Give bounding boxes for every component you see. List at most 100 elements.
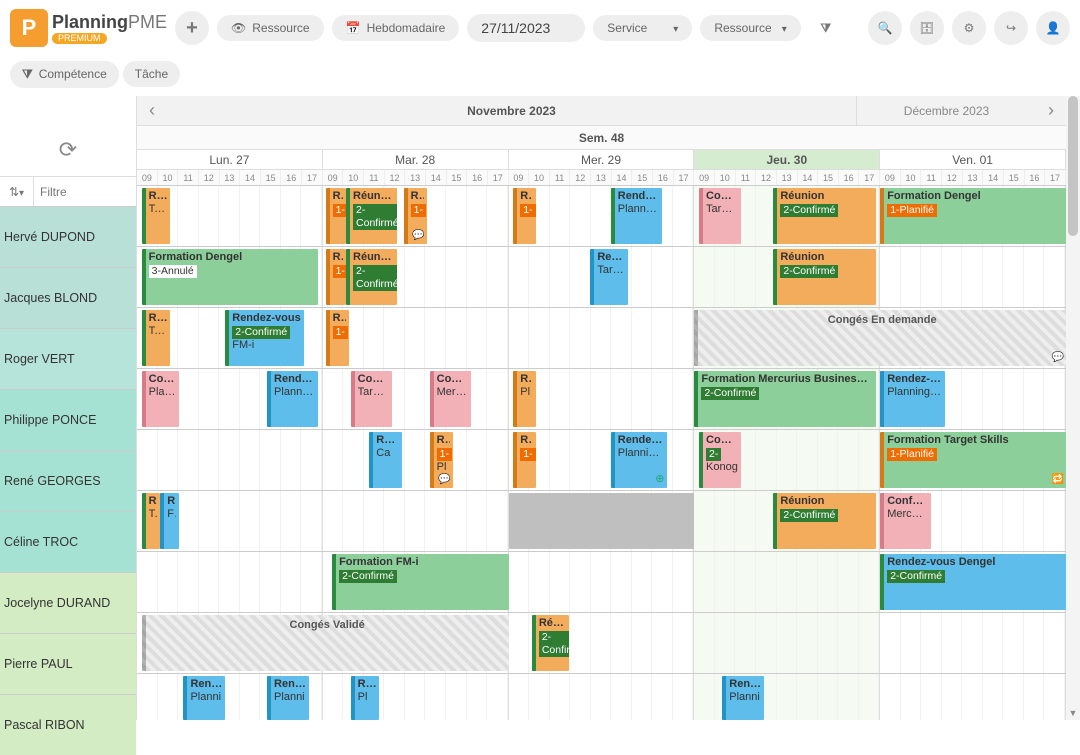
funnel-icon bbox=[820, 21, 831, 36]
scroll-down-arrow[interactable]: ▼ bbox=[1066, 706, 1080, 720]
next-month-button[interactable] bbox=[1036, 96, 1066, 125]
task-block[interactable]: Congés Validé bbox=[142, 615, 509, 671]
task-block[interactable]: Ré voPl bbox=[351, 676, 379, 720]
user-button[interactable] bbox=[1036, 11, 1070, 45]
resource-header[interactable]: Jocelyne DURAND bbox=[0, 572, 136, 633]
task-block[interactable]: Réunion2-Confirmé bbox=[346, 249, 397, 305]
schedule-row[interactable]: Congés Validé Réunion2-Confirmé bbox=[137, 613, 1066, 674]
schedule-grid[interactable]: Ré intTa SkRé int1-Réunion2-ConfirméRé i… bbox=[137, 186, 1066, 720]
task-block[interactable]: Rendez-vousPlanningP Canada bbox=[611, 432, 667, 488]
task-block[interactable]: Ré voCa bbox=[369, 432, 402, 488]
tache-filter[interactable]: Tâche bbox=[123, 61, 180, 87]
filter-input[interactable] bbox=[34, 185, 130, 199]
task-block[interactable]: Ré intTa Sk bbox=[142, 188, 170, 244]
task-block[interactable]: Ré intTa Sk bbox=[142, 493, 161, 549]
filter-bar: Compétence Tâche bbox=[0, 56, 1080, 92]
task-block[interactable]: Rendez-vousPlanni Canad bbox=[267, 371, 318, 427]
day-header: Mar. 28 bbox=[323, 150, 509, 169]
add-button[interactable] bbox=[175, 11, 209, 45]
schedule-row[interactable]: Ré voCa Ré int1-Pl Ré int1- Rendez-vousPlan… bbox=[137, 430, 1066, 491]
date-field[interactable] bbox=[481, 20, 571, 36]
resource-header[interactable]: Pascal RIBON bbox=[0, 694, 136, 755]
task-block[interactable]: Rendez-vousPlanningP Nederland bbox=[611, 188, 662, 244]
date-input[interactable] bbox=[467, 14, 585, 42]
task-block[interactable]: Formation Dengel3-Annulé bbox=[142, 249, 319, 305]
task-block[interactable]: Confé téléphTarget Skills bbox=[351, 371, 393, 427]
period-selector[interactable]: Hebdomadaire bbox=[332, 15, 460, 41]
task-block[interactable]: Rendez-vous2-ConfirméFM-i bbox=[225, 310, 304, 366]
chevron-down-icon bbox=[673, 21, 678, 35]
task-block[interactable]: Confé téléphPlanni Canad bbox=[142, 371, 179, 427]
task-block[interactable]: Formation Mercurius Business Development… bbox=[694, 371, 875, 427]
task-block[interactable]: Ré int1- bbox=[326, 249, 346, 305]
task-block[interactable]: Réunion2-Confirmé bbox=[773, 188, 875, 244]
task-block[interactable]: Congés En demande bbox=[694, 310, 1066, 366]
task-block[interactable]: Réunion2-Confirmé bbox=[773, 249, 875, 305]
resource-filter-row bbox=[0, 176, 136, 206]
task-block[interactable] bbox=[509, 493, 695, 549]
chat-icon bbox=[412, 229, 424, 242]
resource-dropdown[interactable]: Ressource bbox=[700, 15, 800, 41]
competence-filter[interactable]: Compétence bbox=[10, 61, 119, 88]
schedule-row[interactable]: Formation FM-i2-Confirmé Rendez-vous Deng… bbox=[137, 552, 1066, 613]
task-block[interactable]: Formation FM-i2-Confirmé bbox=[332, 554, 509, 610]
schedule-row[interactable]: Ré intTa Sk Rendez-vous2-ConfirméFM-i Ré i… bbox=[137, 308, 1066, 369]
task-block[interactable]: Ré intTa Sk bbox=[142, 310, 170, 366]
task-block[interactable]: Rendez-vousPlanni bbox=[722, 676, 764, 720]
schedule-row[interactable]: Rendez-vousPlanni Rendez-vousPlanni Ré voP… bbox=[137, 674, 1066, 720]
resource-view-selector[interactable]: Ressource bbox=[217, 15, 324, 41]
task-block[interactable]: Ré int1- bbox=[513, 432, 536, 488]
vertical-scrollbar[interactable]: ▼ bbox=[1066, 96, 1080, 720]
service-dropdown[interactable]: Service bbox=[593, 15, 692, 41]
calendar-pane: Novembre 2023 Décembre 2023 Sem. 48 Lun.… bbox=[137, 96, 1066, 720]
schedule-row[interactable]: Ré intTa SkRé voFM Réunion2-ConfirméConfé… bbox=[137, 491, 1066, 552]
schedule-row[interactable]: Ré intTa SkRé int1-Réunion2-ConfirméRé i… bbox=[137, 186, 1066, 247]
settings-button[interactable] bbox=[952, 11, 986, 45]
resource-header[interactable]: Jacques BLOND bbox=[0, 267, 136, 328]
chevron-down-icon bbox=[19, 185, 24, 199]
sort-icon bbox=[9, 185, 19, 199]
task-block[interactable]: Réunion2-Confirmé bbox=[532, 615, 569, 671]
task-block[interactable]: Ré intPl bbox=[513, 371, 536, 427]
resource-header[interactable]: Pierre PAUL bbox=[0, 633, 136, 694]
resource-header[interactable]: Roger VERT bbox=[0, 328, 136, 389]
task-block[interactable]: Ré int1- bbox=[326, 188, 346, 244]
task-block[interactable]: Rendez-vous Dengel2-Confirmé bbox=[880, 554, 1066, 610]
resource-header[interactable]: René GEORGES bbox=[0, 450, 136, 511]
task-block[interactable]: Confé téléph2-Konog bbox=[699, 432, 741, 488]
task-block[interactable]: Ré int1- bbox=[513, 188, 536, 244]
task-block[interactable]: Ré int1- bbox=[404, 188, 427, 244]
loop-icon bbox=[1052, 473, 1064, 486]
task-block[interactable]: Formation Target Skills1-Planifié bbox=[880, 432, 1066, 488]
task-block[interactable]: Ré int1-Pl bbox=[430, 432, 453, 488]
task-block[interactable]: Ré int1- bbox=[326, 310, 349, 366]
schedule-row[interactable]: Formation Dengel3-AnnuléRé int1-Réunion2… bbox=[137, 247, 1066, 308]
calendar-icon bbox=[346, 21, 361, 35]
share-button[interactable] bbox=[994, 11, 1028, 45]
task-block[interactable]: Confé téléphMercu Busin bbox=[430, 371, 472, 427]
filter-button[interactable] bbox=[809, 11, 843, 45]
task-block[interactable]: Rendez-vousTarget Skills bbox=[590, 249, 627, 305]
resource-header[interactable]: Hervé DUPOND bbox=[0, 206, 136, 267]
task-block[interactable]: Confé téléphMercu Busin bbox=[880, 493, 931, 549]
task-block[interactable]: Ré voFM bbox=[160, 493, 179, 549]
chevron-right-icon bbox=[1048, 100, 1054, 121]
task-block[interactable]: Rendez-vousPlanni bbox=[183, 676, 225, 720]
search-button[interactable] bbox=[868, 11, 902, 45]
sort-button[interactable] bbox=[0, 177, 34, 206]
prev-month-button[interactable] bbox=[137, 96, 167, 125]
task-block[interactable]: Rendez-vousPlanni bbox=[267, 676, 309, 720]
month-nav: Novembre 2023 Décembre 2023 bbox=[137, 96, 1066, 126]
task-block[interactable]: Rendez-vousPlanningP Canada bbox=[880, 371, 945, 427]
refresh-button[interactable] bbox=[0, 126, 136, 174]
task-block[interactable]: Réunion2-Confirmé bbox=[773, 493, 875, 549]
resource-header[interactable]: Céline TROC bbox=[0, 511, 136, 572]
scrollbar-thumb[interactable] bbox=[1068, 96, 1078, 236]
task-block[interactable]: Confé téléphTarget Skills bbox=[699, 188, 741, 244]
chevron-left-icon bbox=[149, 100, 155, 121]
data-button[interactable] bbox=[910, 11, 944, 45]
schedule-row[interactable]: Confé téléphPlanni Canad Rendez-vousPlann… bbox=[137, 369, 1066, 430]
task-block[interactable]: Formation Dengel1-Planifié bbox=[880, 188, 1066, 244]
task-block[interactable]: Réunion2-Confirmé bbox=[346, 188, 397, 244]
resource-header[interactable]: Philippe PONCE bbox=[0, 389, 136, 450]
